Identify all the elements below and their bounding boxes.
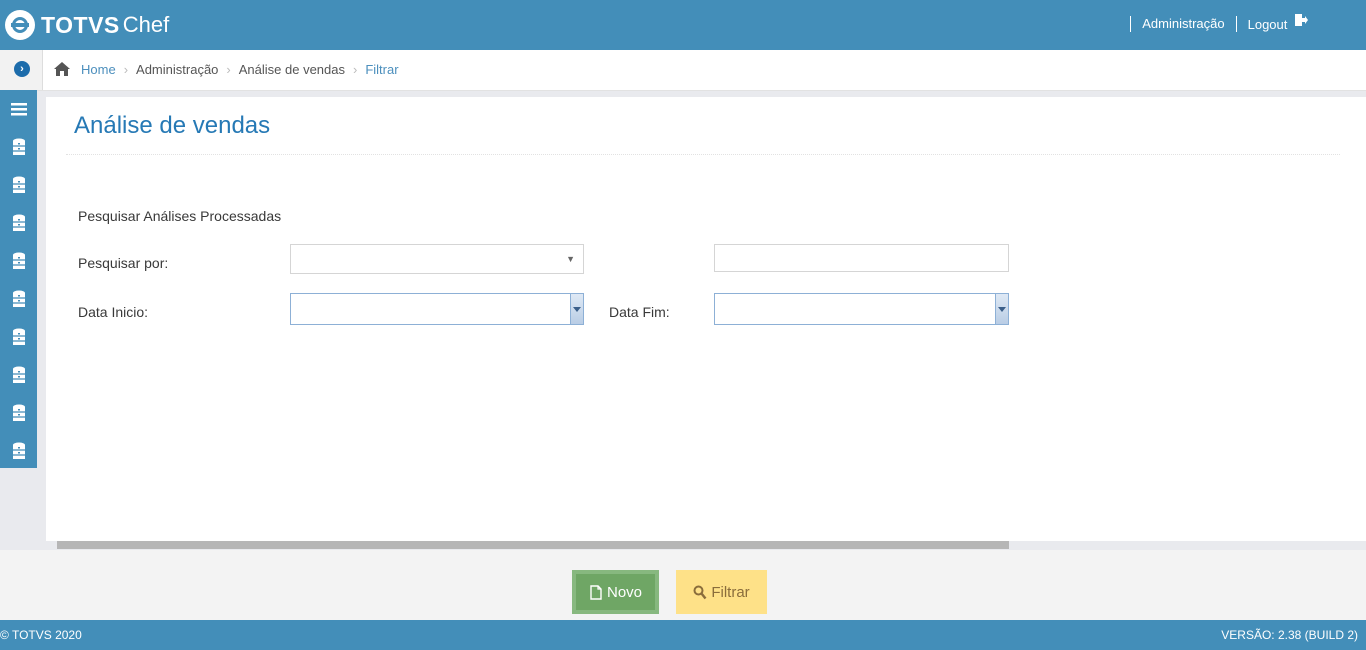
footer: © TOTVS 2020 VERSÃO: 2.38 (BUILD 2) bbox=[0, 620, 1366, 650]
search-by-select[interactable]: ▼ bbox=[290, 244, 584, 274]
database-icon bbox=[12, 138, 25, 155]
database-icon bbox=[12, 176, 25, 193]
action-toolbar: Novo Filtrar bbox=[0, 550, 1366, 620]
copyright-text: © TOTVS 2020 bbox=[0, 628, 82, 642]
breadcrumb-current: Filtrar bbox=[365, 61, 399, 77]
home-icon[interactable] bbox=[53, 61, 71, 77]
logout-label: Logout bbox=[1247, 17, 1288, 32]
sidebar-item-9[interactable] bbox=[0, 432, 37, 470]
page-title: Análise de vendas bbox=[74, 112, 271, 139]
top-navbar: TOTVS Chef Administração Logout bbox=[0, 0, 1366, 50]
breadcrumb-separator: › bbox=[123, 61, 129, 77]
sidebar-toggle-icon[interactable]: › bbox=[14, 61, 30, 77]
start-date-dropdown-icon[interactable] bbox=[570, 294, 583, 324]
main-content: Análise de vendas Pesquisar Análises Pro… bbox=[46, 97, 1366, 541]
end-date-label: Data Fim: bbox=[609, 304, 670, 320]
totvs-logo-icon bbox=[5, 10, 35, 40]
totvs-chef-logo[interactable]: TOTVS Chef bbox=[5, 9, 169, 41]
administracao-link[interactable]: Administração bbox=[1142, 16, 1224, 31]
search-icon bbox=[693, 585, 707, 599]
database-icon bbox=[12, 252, 25, 269]
search-by-label: Pesquisar por: bbox=[78, 255, 169, 271]
breadcrumb-separator: › bbox=[226, 61, 231, 77]
database-icon bbox=[12, 442, 25, 459]
breadcrumb-separator: › bbox=[353, 61, 358, 77]
start-date-field[interactable] bbox=[290, 293, 584, 325]
new-button-inner: Novo bbox=[576, 574, 655, 610]
search-text-input[interactable] bbox=[714, 244, 1009, 272]
breadcrumb-home[interactable]: Home bbox=[81, 62, 116, 77]
start-date-label: Data Inicio: bbox=[78, 304, 149, 320]
sidebar-item-8[interactable] bbox=[0, 394, 37, 432]
file-icon bbox=[590, 584, 602, 600]
version-text: VERSÃO: 2.38 (BUILD 2) bbox=[1221, 628, 1358, 642]
horizontal-scrollbar[interactable] bbox=[57, 541, 1009, 549]
top-links: Administração Logout bbox=[1119, 14, 1308, 32]
sidebar-item-3[interactable] bbox=[0, 204, 37, 242]
logo-product: Chef bbox=[122, 12, 170, 37]
sidebar-item-1[interactable] bbox=[0, 128, 37, 166]
database-icon bbox=[12, 214, 25, 231]
database-icon bbox=[12, 290, 25, 307]
sidebar-item-6[interactable] bbox=[0, 318, 37, 356]
sidebar-menu-toggle[interactable] bbox=[0, 90, 37, 128]
sidebar-item-5[interactable] bbox=[0, 280, 37, 318]
filter-button[interactable]: Filtrar bbox=[676, 570, 767, 614]
chevron-down-icon: ▼ bbox=[566, 254, 575, 264]
new-button-label: Novo bbox=[606, 583, 643, 601]
section-heading: Pesquisar Análises Processadas bbox=[78, 208, 282, 224]
menu-icon bbox=[10, 103, 27, 116]
logout-link[interactable]: Logout bbox=[1247, 14, 1308, 32]
sidebar-item-7[interactable] bbox=[0, 356, 37, 394]
breadcrumb-analise[interactable]: Análise de vendas bbox=[239, 62, 345, 77]
title-divider bbox=[66, 154, 1340, 155]
end-date-field[interactable] bbox=[714, 293, 1009, 325]
database-icon bbox=[12, 404, 25, 421]
divider bbox=[1130, 15, 1132, 32]
breadcrumb: Home › Administração › Análise de vendas… bbox=[53, 61, 399, 77]
logo-brand: TOTVS bbox=[41, 11, 120, 38]
filter-button-label: Filtrar bbox=[711, 583, 750, 601]
end-date-dropdown-icon[interactable] bbox=[995, 294, 1008, 324]
database-icon bbox=[12, 328, 25, 345]
new-button[interactable]: Novo bbox=[572, 570, 659, 614]
sidebar bbox=[0, 90, 37, 468]
sidebar-toggle-area: › bbox=[0, 50, 43, 90]
breadcrumb-administracao[interactable]: Administração bbox=[136, 62, 218, 77]
breadcrumb-bar: › Home › Administração › Análise de vend… bbox=[0, 50, 1366, 91]
divider bbox=[1235, 15, 1237, 32]
database-icon bbox=[12, 366, 25, 383]
sidebar-item-2[interactable] bbox=[0, 166, 37, 204]
sidebar-item-4[interactable] bbox=[0, 242, 37, 280]
logout-icon bbox=[1295, 14, 1308, 26]
